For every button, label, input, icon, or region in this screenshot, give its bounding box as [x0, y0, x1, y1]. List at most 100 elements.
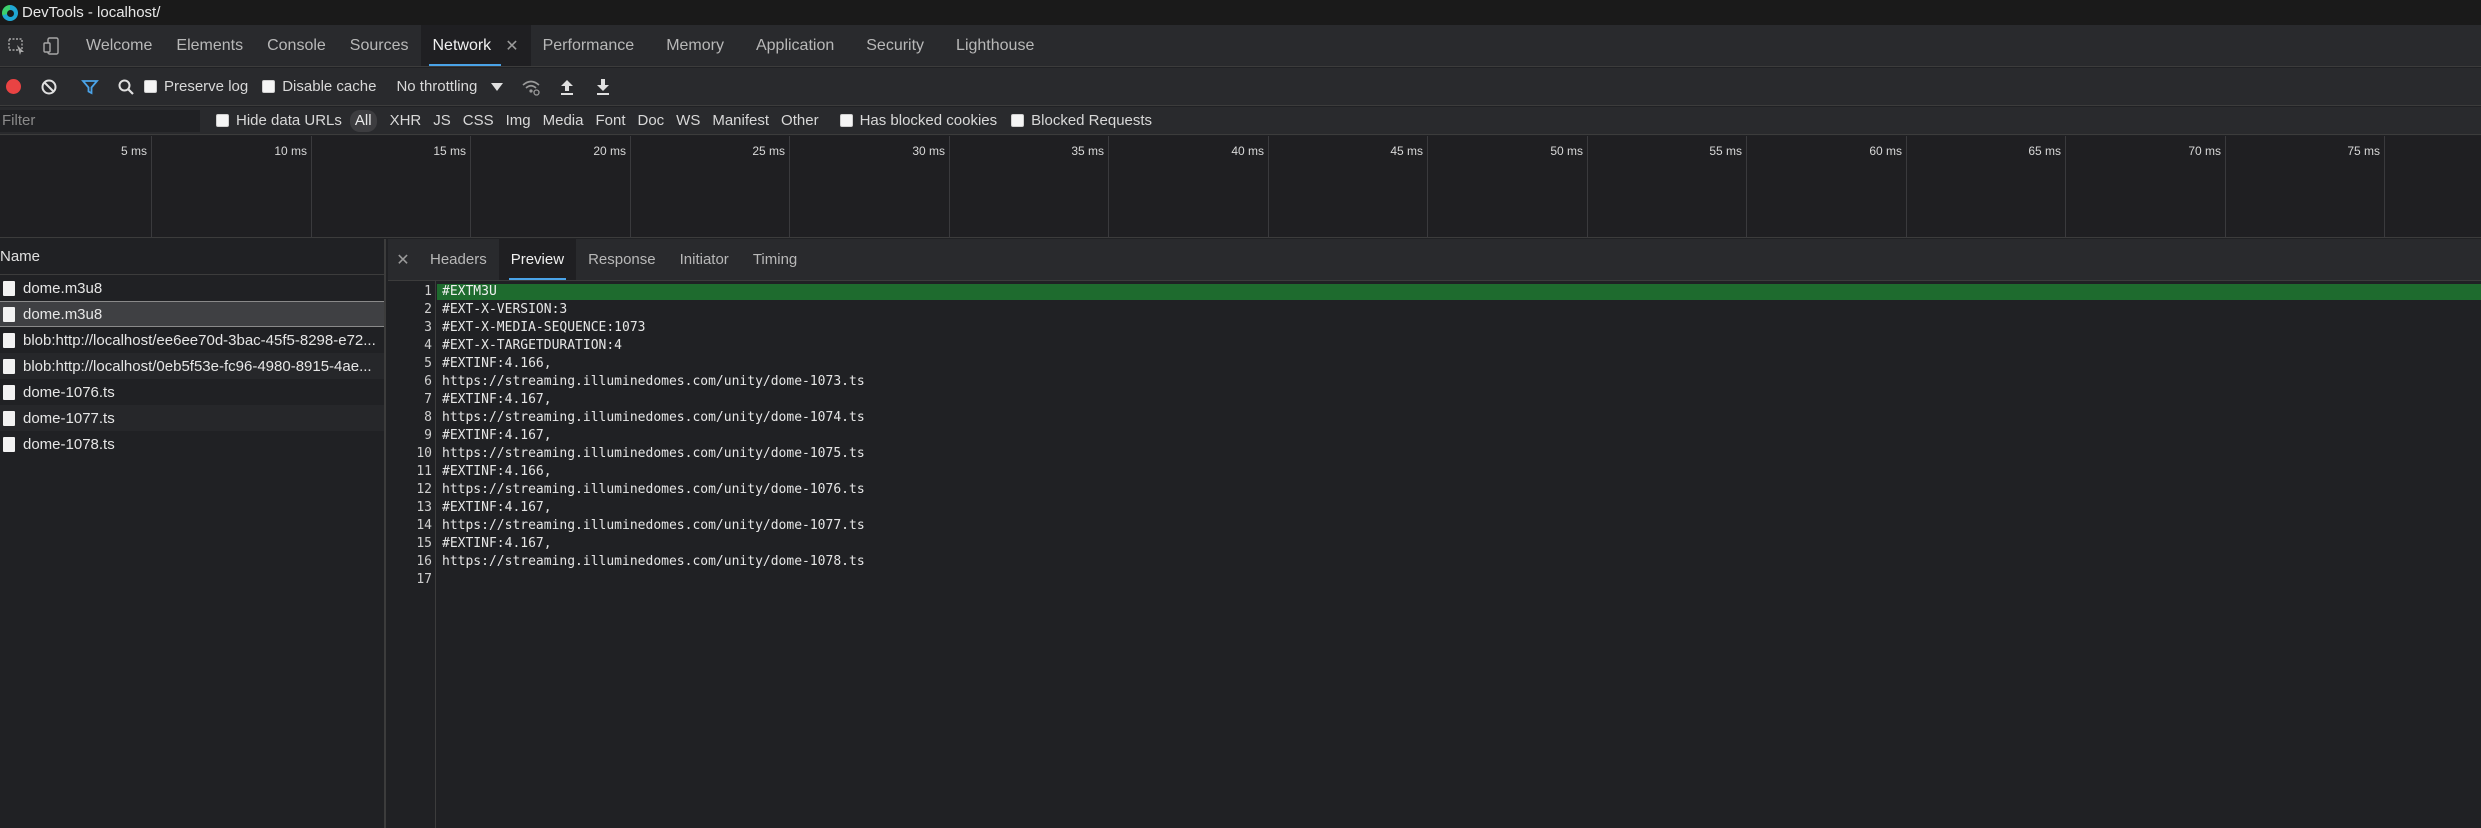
tab-label: Lighthouse: [956, 36, 1035, 54]
checkbox-box: [262, 80, 276, 93]
type-filter-img[interactable]: Img: [501, 110, 536, 132]
checkbox-label: Disable cache: [282, 78, 377, 95]
line-text: #EXTINF:4.167,: [442, 428, 552, 443]
type-filter-all[interactable]: All: [349, 109, 377, 132]
type-filter-css[interactable]: CSS: [458, 110, 499, 132]
type-filter-media[interactable]: Media: [538, 110, 589, 132]
type-filter-other[interactable]: Other: [776, 110, 824, 132]
type-filter-js[interactable]: JS: [428, 110, 456, 132]
tab-label: Elements: [176, 36, 244, 54]
tab-label: Timing: [752, 251, 798, 268]
upload-icon: [561, 79, 574, 95]
request-name: dome.m3u8: [23, 279, 103, 297]
hide-data-urls-checkbox[interactable]: Hide data URLs: [216, 112, 342, 129]
type-filter-doc[interactable]: Doc: [632, 110, 669, 132]
type-filter-ws[interactable]: WS: [671, 110, 705, 132]
code-line: 8 https://streaming.illuminedomes.com/uni…: [388, 409, 2481, 427]
tab-label: Welcome: [86, 36, 153, 54]
chevron-down-icon: [491, 82, 504, 91]
export-har-button[interactable]: [585, 69, 621, 105]
filter-toggle-button[interactable]: [72, 69, 108, 105]
checkbox-label: Blocked Requests: [1031, 112, 1153, 129]
import-har-button[interactable]: [549, 69, 585, 105]
tab-security[interactable]: Security: [854, 25, 936, 66]
type-filter-xhr[interactable]: XHR: [385, 110, 427, 132]
request-row[interactable]: dome-1077.ts: [0, 405, 384, 431]
code-line: 5 #EXTINF:4.166,: [388, 355, 2481, 373]
line-text: #EXT-X-TARGETDURATION:4: [442, 338, 623, 353]
code-line: 11 #EXTINF:4.166,: [388, 463, 2481, 481]
document-icon: [3, 358, 15, 374]
tab-preview[interactable]: Preview: [498, 239, 577, 280]
type-filter-manifest[interactable]: Manifest: [707, 110, 774, 132]
blocked-requests-checkbox[interactable]: Blocked Requests: [1011, 112, 1152, 129]
tab-console[interactable]: Console: [255, 25, 338, 66]
request-detail-panel: ✕ Headers Preview Response Initiator Tim…: [388, 239, 2481, 828]
timeline-tick-label: 75 ms: [2347, 144, 2380, 158]
tab-timing[interactable]: Timing: [741, 239, 809, 280]
tab-initiator[interactable]: Initiator: [668, 239, 741, 280]
request-name: dome-1076.ts: [23, 383, 115, 401]
line-text: https://streaming.illuminedomes.com/unit…: [442, 446, 865, 461]
code-line: 10 https://streaming.illuminedomes.com/un…: [388, 445, 2481, 463]
disable-cache-checkbox[interactable]: Disable cache: [262, 78, 376, 95]
tab-sources[interactable]: Sources: [338, 25, 421, 66]
document-icon: [3, 332, 15, 348]
request-row[interactable]: dome-1078.ts: [0, 431, 384, 457]
preserve-log-checkbox[interactable]: Preserve log: [144, 78, 248, 95]
line-text: #EXTINF:4.166,: [442, 356, 552, 371]
timeline-tick: 75 ms: [0, 136, 2385, 238]
line-number: 16: [416, 554, 432, 569]
code-line: 17: [388, 571, 2481, 589]
line-text: #EXT-X-VERSION:3: [442, 302, 568, 317]
network-toolbar: Preserve log Disable cache No throttling: [0, 68, 2481, 106]
tab-network[interactable]: Network ✕: [420, 25, 531, 66]
line-text: #EXTINF:4.167,: [442, 500, 552, 515]
close-detail-icon[interactable]: ✕: [388, 239, 418, 280]
document-icon: [3, 306, 15, 322]
checkbox-box: [216, 114, 229, 127]
has-blocked-cookies-checkbox[interactable]: Has blocked cookies: [839, 112, 998, 129]
request-row[interactable]: dome.m3u8: [0, 301, 384, 327]
preview-code-viewer[interactable]: 1 #EXTM3U 2 #EXT-X-VERSION:3 3 #EXT-X-MEDIA-S…: [388, 281, 2481, 828]
tab-elements[interactable]: Elements: [164, 25, 255, 66]
download-icon: [597, 78, 610, 95]
tab-response[interactable]: Response: [576, 239, 668, 280]
type-filter-font[interactable]: Font: [590, 110, 630, 132]
line-number: 1: [424, 284, 432, 299]
tab-label: Network: [432, 36, 492, 54]
main-tab-bar: Welcome Elements Console Sources Network…: [0, 25, 2481, 67]
tab-application[interactable]: Application: [744, 25, 846, 66]
timeline-overview[interactable]: 5 ms 10 ms 15 ms 20 ms 25 ms 30 ms 35 ms 40 ms 4…: [0, 136, 2481, 238]
line-text: https://streaming.illuminedomes.com/unit…: [442, 518, 865, 533]
tab-lighthouse[interactable]: Lighthouse: [944, 25, 1046, 66]
name-column-header[interactable]: Name: [0, 239, 384, 275]
filter-input[interactable]: [0, 109, 200, 132]
tab-label: Headers: [430, 251, 487, 268]
request-row[interactable]: blob:http://localhost/ee6ee70d-3bac-45f5…: [0, 327, 384, 353]
record-button[interactable]: [0, 69, 26, 105]
code-line: 15 #EXTINF:4.167,: [388, 535, 2481, 553]
request-row[interactable]: dome-1076.ts: [0, 379, 384, 405]
device-toolbar-icon[interactable]: [34, 25, 68, 66]
column-header-label: Name: [0, 248, 41, 265]
throttling-select[interactable]: No throttling: [396, 78, 504, 95]
line-number: 8: [424, 410, 432, 425]
clear-button[interactable]: [26, 69, 72, 105]
request-row[interactable]: blob:http://localhost/0eb5f53e-fc96-4980…: [0, 353, 384, 379]
tab-performance[interactable]: Performance: [531, 25, 647, 66]
close-tab-icon[interactable]: ✕: [505, 36, 518, 56]
tab-headers[interactable]: Headers: [418, 239, 499, 280]
line-number: 12: [416, 482, 432, 497]
tab-memory[interactable]: Memory: [654, 25, 736, 66]
inspect-element-icon[interactable]: [0, 25, 34, 66]
line-text: #EXTINF:4.166,: [442, 464, 552, 479]
search-button[interactable]: [108, 69, 144, 105]
checkbox-label: Has blocked cookies: [859, 112, 998, 129]
code-line: 9 #EXTINF:4.167,: [388, 427, 2481, 445]
tab-label: Console: [267, 36, 326, 54]
request-row[interactable]: dome.m3u8: [0, 275, 384, 301]
tab-welcome[interactable]: Welcome: [74, 25, 164, 66]
network-conditions-button[interactable]: [513, 69, 549, 105]
line-number: 17: [416, 572, 432, 587]
